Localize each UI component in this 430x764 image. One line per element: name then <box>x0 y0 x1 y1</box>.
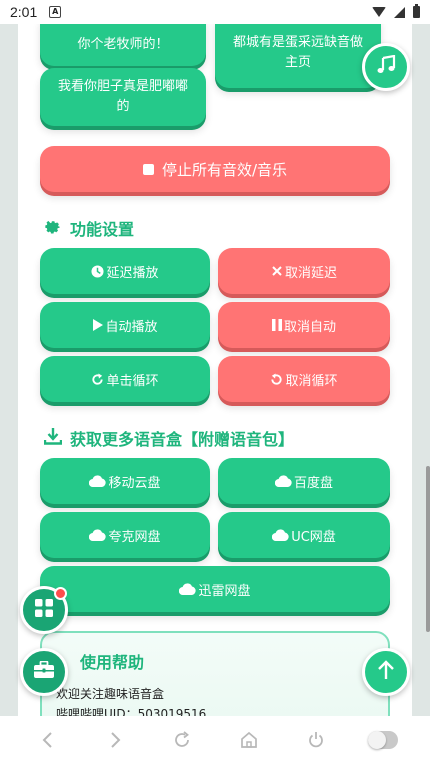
play-icon <box>92 319 104 331</box>
uc-pan-label: UC网盘 <box>291 529 336 545</box>
settings-section-title: 功能设置 <box>44 216 134 240</box>
refresh-icon[interactable] <box>167 725 197 755</box>
download-section-title: 获取更多语音盒【附赠语音包】 <box>43 426 295 450</box>
cloud-icon <box>272 529 289 541</box>
home-icon[interactable] <box>234 725 264 755</box>
download-title-text: 获取更多语音盒【附赠语音包】 <box>70 430 295 449</box>
notification-a-icon: A <box>49 6 62 18</box>
undo-icon <box>270 372 283 386</box>
power-icon[interactable] <box>301 725 331 755</box>
cancel-loop-label: 取消循环 <box>285 373 338 389</box>
pause-icon <box>271 319 282 331</box>
mobile-cloud-label: 移动云盘 <box>108 475 161 491</box>
stop-square-icon <box>142 163 154 175</box>
close-icon <box>271 265 283 277</box>
cloud-icon <box>274 475 292 487</box>
quark-pan-button[interactable]: 夸克网盘 <box>40 512 210 558</box>
cloud-icon <box>89 475 107 487</box>
delay-play-label: 延迟播放 <box>106 265 159 281</box>
forward-arrow-icon[interactable] <box>100 725 130 755</box>
sound-button[interactable]: 都城有是蛋采远缺音做 主页 <box>215 24 381 88</box>
status-icons <box>372 4 420 18</box>
signal-icon <box>394 6 405 18</box>
quark-pan-label: 夸克网盘 <box>108 529 161 545</box>
back-arrow-icon[interactable] <box>33 725 63 755</box>
status-bar: 2:01 A <box>0 0 430 24</box>
main-page: 你个老牧师的！ 都城有是蛋采远缺音做 主页 我看你胆子真是肥嘟嘟 的 停止所有音… <box>18 24 412 716</box>
music-note-icon <box>376 54 396 79</box>
cancel-auto-button[interactable]: 取消自动 <box>218 302 390 348</box>
sound-button[interactable]: 你个老牧师的！ <box>40 24 206 66</box>
cloud-icon <box>179 583 197 595</box>
redo-icon <box>91 372 104 386</box>
toolbox-icon <box>34 660 54 683</box>
help-line-uid: 哔哩哔哩UID：503019516 <box>56 707 207 716</box>
baidu-pan-button[interactable]: 百度盘 <box>218 458 390 504</box>
battery-icon <box>413 4 420 18</box>
status-time: 2:01 <box>10 4 38 20</box>
cancel-delay-button[interactable]: 取消延迟 <box>218 248 390 294</box>
single-loop-button[interactable]: 单击循环 <box>40 356 210 402</box>
wifi-icon <box>372 7 386 17</box>
help-line-welcome: 欢迎关注趣味语音盒 <box>56 687 165 701</box>
grid-menu-button[interactable] <box>20 586 68 634</box>
sound-button-label: 我看你胆子真是肥嘟嘟 的 <box>57 79 188 114</box>
delay-play-button[interactable]: 延迟播放 <box>40 248 210 294</box>
sound-button[interactable]: 我看你胆子真是肥嘟嘟 的 <box>40 68 206 126</box>
gear-icon <box>44 217 62 239</box>
toolbox-button[interactable] <box>20 648 68 696</box>
stop-all-button[interactable]: 停止所有音效/音乐 <box>40 146 390 192</box>
toggle-track <box>367 731 398 749</box>
auto-play-label: 自动播放 <box>105 319 158 335</box>
cancel-auto-label: 取消自动 <box>283 319 336 335</box>
notification-badge <box>54 587 67 600</box>
stop-all-label: 停止所有音效/音乐 <box>161 160 288 179</box>
xunlei-pan-button[interactable]: 迅雷网盘 <box>40 566 390 612</box>
xunlei-pan-label: 迅雷网盘 <box>198 583 251 599</box>
uc-pan-button[interactable]: UC网盘 <box>218 512 390 558</box>
music-button[interactable] <box>362 43 410 91</box>
arrow-up-icon <box>377 660 395 684</box>
toggle-switch[interactable] <box>367 725 398 755</box>
cancel-delay-label: 取消延迟 <box>284 265 337 281</box>
scrollbar[interactable] <box>426 466 430 632</box>
cloud-icon <box>89 529 107 541</box>
single-loop-label: 单击循环 <box>106 373 159 389</box>
help-title: 使用帮助 <box>80 653 145 672</box>
baidu-pan-label: 百度盘 <box>293 475 333 491</box>
scroll-top-button[interactable] <box>362 648 410 696</box>
grid-icon <box>35 599 53 621</box>
help-card: 使用帮助 欢迎关注趣味语音盒 哔哩哔哩UID：503019516 <box>40 631 390 716</box>
mobile-cloud-button[interactable]: 移动云盘 <box>40 458 210 504</box>
download-icon <box>43 427 63 449</box>
clock-icon <box>91 264 105 278</box>
cancel-loop-button[interactable]: 取消循环 <box>218 356 390 402</box>
sound-button-label: 都城有是蛋采远缺音做 主页 <box>232 35 363 70</box>
browser-nav-bar <box>0 716 430 764</box>
sound-button-label: 你个老牧师的！ <box>77 36 169 52</box>
auto-play-button[interactable]: 自动播放 <box>40 302 210 348</box>
settings-title-text: 功能设置 <box>70 220 135 239</box>
